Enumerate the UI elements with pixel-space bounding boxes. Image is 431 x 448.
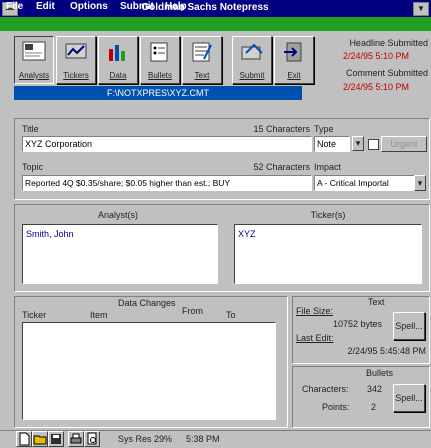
characters-label: Characters: (302, 384, 349, 394)
toolbar-text-button[interactable]: Text (182, 36, 222, 84)
new-file-button[interactable] (16, 431, 32, 447)
data-changes-list[interactable] (22, 322, 276, 420)
bullets-icon (150, 42, 168, 62)
points-value: 2 (370, 402, 376, 412)
analysts-icon (22, 41, 46, 61)
save-disk-icon (51, 434, 61, 444)
column-ticker: Ticker (22, 310, 47, 320)
open-file-button[interactable] (32, 431, 48, 447)
minimize-button[interactable]: ▼ (413, 2, 429, 16)
column-item: Item (90, 310, 108, 320)
print-preview-icon (87, 432, 97, 445)
menu-submit[interactable]: Submit (120, 1, 154, 12)
toolbar-tickers-label: Tickers (63, 71, 89, 80)
data-icon (109, 45, 125, 61)
window-title: Goldman Sachs Notepress (141, 2, 269, 13)
file-path-bar: F:\NOTXPRES\XYZ.CMT (14, 86, 302, 100)
exit-icon (284, 42, 302, 62)
printer-icon (70, 433, 82, 444)
open-folder-icon (33, 435, 47, 445)
column-from: From (182, 306, 203, 316)
toolbar-submit-label: Submit (239, 71, 265, 80)
tickers-icon (65, 43, 87, 59)
impact-select[interactable]: A - Critical Importal (314, 175, 416, 191)
menu-options[interactable]: Options (70, 1, 108, 12)
file-size-value: 10752 bytes (332, 319, 382, 329)
toolbar-text-label: Text (194, 71, 210, 80)
type-label: Type (314, 124, 334, 134)
bullets-spell-button[interactable]: Spell... (393, 384, 425, 412)
new-file-icon (19, 432, 30, 446)
toolbar-data-label: Data (109, 71, 127, 80)
save-button[interactable] (48, 431, 64, 447)
text-spell-button[interactable]: Spell... (393, 312, 425, 340)
last-edit-label: Last Edit: (296, 333, 334, 343)
topic-label: Topic (22, 162, 44, 172)
toolbar-data-button[interactable]: Data (98, 36, 138, 84)
toolbar-exit-label: Exit (287, 71, 301, 80)
urgent-checkbox[interactable] (368, 139, 379, 150)
toolbar-tickers-button[interactable]: Tickers (56, 36, 96, 84)
menu-file[interactable]: File (6, 1, 23, 12)
print-button[interactable] (68, 431, 84, 447)
analyst-item[interactable]: Smith, John (26, 229, 217, 239)
headline-submitted-label: Headline Submitted (349, 38, 428, 48)
toolbar-analysts-label: Analysts (18, 71, 50, 80)
impact-select-arrow[interactable]: ▾ (414, 175, 426, 191)
toolbar-submit-button[interactable]: Submit (232, 36, 272, 84)
last-edit-value: 2/24/95 5:45:48 PM (347, 346, 426, 356)
text-label: Text (368, 297, 385, 307)
tickers-label: Ticker(s) (310, 210, 346, 220)
column-to: To (226, 310, 236, 320)
text-icon (192, 42, 212, 62)
toolbar-analysts-button[interactable]: Analysts (14, 36, 54, 84)
menu-edit[interactable]: Edit (36, 1, 55, 12)
toolbar-bullets-button[interactable]: Bullets (140, 36, 180, 84)
submit-icon (241, 43, 263, 60)
toolbar-exit-button[interactable]: Exit (274, 36, 314, 84)
preview-button[interactable] (84, 431, 100, 447)
type-select[interactable]: Note (314, 136, 350, 152)
system-resources: Sys Res 29% (118, 434, 173, 444)
impact-label: Impact (314, 162, 342, 172)
bullets-label: Bullets (366, 368, 394, 378)
points-label: Points: (322, 402, 350, 412)
topic-input[interactable]: Reported 4Q $0.35/share; $0.05 higher th… (22, 175, 312, 191)
data-changes-label: Data Changes (118, 298, 176, 308)
menu-bar (0, 17, 431, 31)
menu-help[interactable]: Help (165, 1, 187, 12)
characters-value: 342 (366, 384, 382, 394)
title-input[interactable]: XYZ Corporation (22, 136, 312, 152)
toolbar-bullets-label: Bullets (147, 71, 172, 80)
title-char-count: 15 Characters (253, 124, 310, 134)
comment-submitted-time: 2/24/95 5:10 PM (342, 82, 410, 92)
title-label: Title (22, 124, 39, 134)
analysts-label: Analyst(s) (97, 210, 138, 220)
urgent-button[interactable]: Urgent (381, 136, 427, 152)
status-time: 5:38 PM (186, 434, 220, 444)
comment-submitted-label: Comment Submitted (345, 68, 428, 78)
type-select-arrow[interactable]: ▾ (352, 136, 364, 151)
ticker-item[interactable]: XYZ (238, 229, 421, 239)
file-size-label: File Size: (296, 306, 334, 316)
topic-char-count: 52 Characters (253, 162, 310, 172)
tickers-list[interactable]: XYZ (234, 224, 422, 284)
headline-submitted-time: 2/24/95 5:10 PM (342, 51, 410, 61)
analysts-list[interactable]: Smith, John (22, 224, 218, 284)
